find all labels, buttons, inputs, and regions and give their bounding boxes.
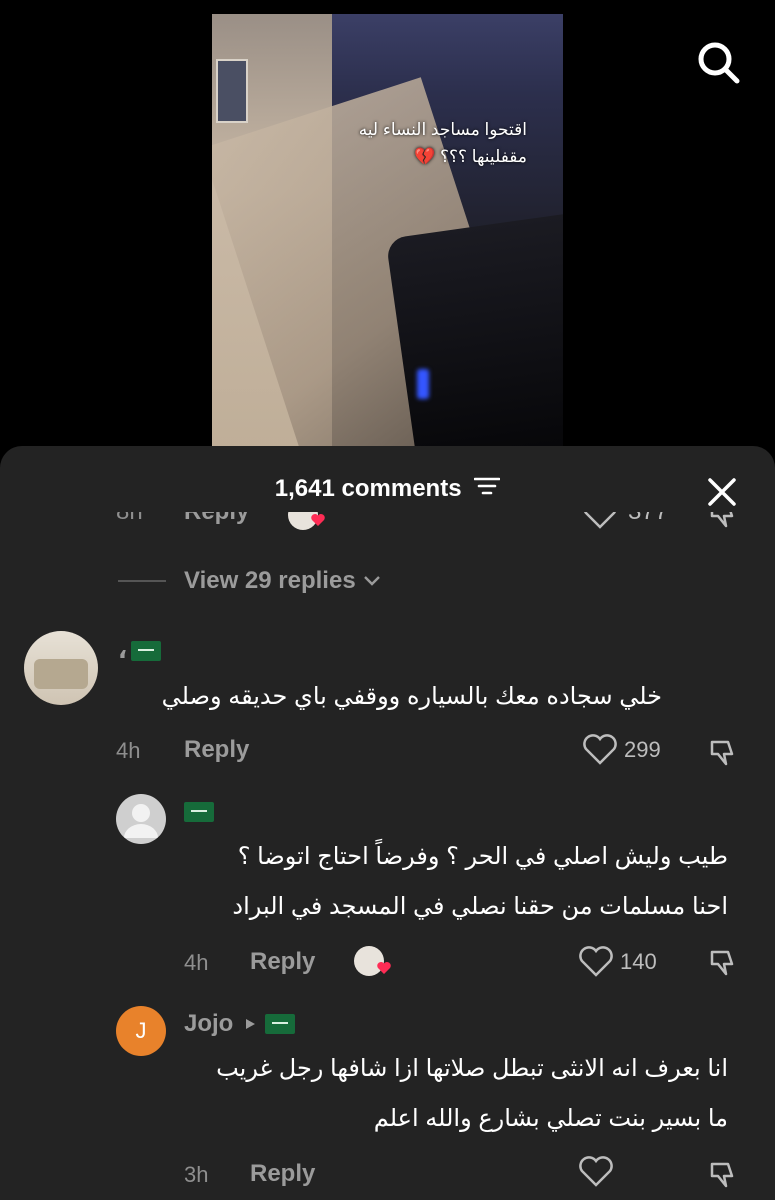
comment-text: خلي سجاده معك بالسياره ووقفي باي حديقه و… (161, 683, 662, 710)
video-caption-line1: اقتحوا مساجد النساء ليه (358, 120, 527, 139)
heart-icon (311, 514, 325, 526)
reply-button[interactable]: Reply (250, 1160, 315, 1188)
comment-text: طيب وليش اصلي في الحر ؟ وفرضاً احتاج اتو… (184, 832, 728, 932)
video-window (216, 59, 248, 123)
view-replies-label: View 29 replies (184, 567, 356, 594)
filter-icon[interactable] (473, 475, 501, 503)
like-count: 140 (620, 949, 657, 974)
dislike-icon[interactable] (706, 946, 740, 980)
comment-username[interactable]: ، (118, 636, 162, 665)
saudi-flag-icon (131, 640, 162, 661)
close-button[interactable] (702, 472, 742, 512)
dislike-icon[interactable] (706, 1158, 740, 1192)
video-car-dashboard (385, 211, 563, 454)
comment-time: 3h (184, 1162, 209, 1187)
replies-divider (118, 580, 166, 582)
dislike-icon[interactable] (706, 512, 740, 532)
comment-username[interactable] (184, 802, 214, 822)
previous-comment-meta: 8h Reply 377 (0, 512, 775, 550)
comment-time: 4h (184, 950, 209, 975)
avatar[interactable] (116, 794, 166, 844)
username: Jojo (184, 1010, 234, 1037)
search-icon (698, 42, 740, 84)
like-button[interactable]: 299 (582, 734, 661, 766)
comment-text-line1: انا بعرف انه الانثى تبطل صلاتها ازا شافه… (216, 1055, 728, 1082)
reply-button[interactable]: Reply (184, 512, 249, 526)
comment-time: 4h (116, 738, 141, 763)
reply-button[interactable]: Reply (184, 736, 249, 764)
comment-text: انا بعرف انه الانثى تبطل صلاتها ازا شافه… (184, 1044, 728, 1144)
comment-text-line2: ما بسير بنت تصلي بشارع والله اعلم (373, 1105, 728, 1132)
video-caption-line2: مقفلينها ؟؟؟ 💔 (414, 147, 527, 166)
video-player[interactable]: اقتحوا مساجد النساء ليه مقفلينها ؟؟؟ 💔 (212, 14, 563, 454)
comment-username[interactable]: Jojo (184, 1010, 296, 1038)
reply-arrow-icon (246, 1019, 256, 1029)
heart-outline-icon (579, 946, 613, 977)
default-avatar-icon (124, 804, 158, 838)
saudi-flag-icon (184, 802, 214, 822)
saudi-flag-icon (265, 1014, 296, 1034)
heart-outline-icon (583, 734, 617, 765)
like-icon[interactable] (582, 512, 618, 530)
comments-sheet: 1,641 comments 8h Reply 377 View 29 (0, 446, 775, 1200)
avatar[interactable]: J (116, 1006, 166, 1056)
like-count: 299 (624, 737, 661, 762)
heart-outline-icon (579, 1156, 613, 1187)
view-replies-button[interactable]: View 29 replies (118, 566, 382, 596)
comment-time: 8h (116, 512, 143, 526)
dislike-icon[interactable] (706, 736, 740, 770)
chevron-down-icon (363, 576, 380, 586)
reply-button[interactable]: Reply (250, 948, 315, 976)
close-icon (708, 478, 736, 506)
search-button[interactable] (694, 38, 742, 86)
avatar[interactable] (24, 631, 98, 705)
comment-text-line2: احنا مسلمات من حقنا نصلي في المسجد في ال… (232, 893, 728, 920)
video-light (417, 369, 429, 399)
username-suffix: ، (118, 637, 128, 664)
like-count: 377 (628, 512, 668, 526)
creator-liked-heart-icon (377, 962, 391, 974)
avatar-letter: J (135, 1018, 147, 1043)
like-button[interactable]: 140 (578, 946, 657, 978)
like-button[interactable] (578, 1156, 614, 1188)
comment-text-line1: طيب وليش اصلي في الحر ؟ وفرضاً احتاج اتو… (237, 843, 728, 870)
video-caption: اقتحوا مساجد النساء ليه مقفلينها ؟؟؟ 💔 (267, 116, 527, 170)
comments-count: 1,641 comments (274, 474, 462, 502)
comments-header: 1,641 comments (0, 474, 775, 503)
